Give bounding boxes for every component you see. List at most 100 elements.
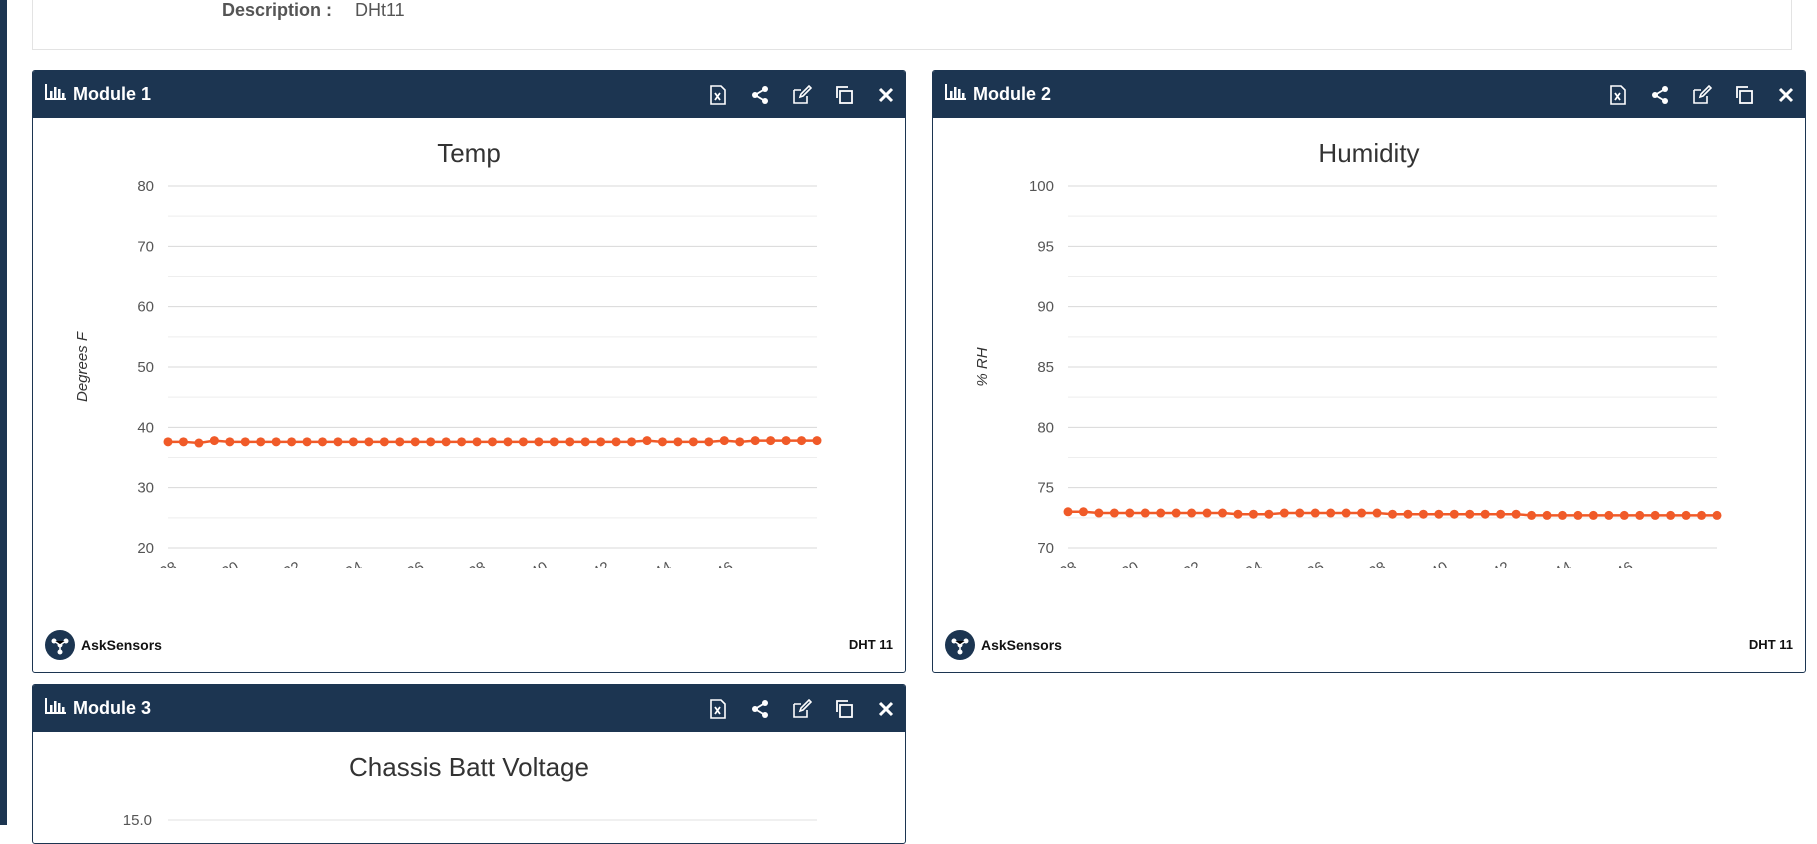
data-point[interactable]: [549, 437, 559, 447]
duplicate-icon[interactable]: [1733, 84, 1755, 106]
data-point[interactable]: [287, 437, 297, 447]
excel-export-icon[interactable]: [707, 84, 729, 106]
data-point[interactable]: [1681, 510, 1691, 520]
data-point[interactable]: [163, 437, 173, 447]
data-point[interactable]: [1542, 510, 1552, 520]
data-point[interactable]: [1465, 509, 1475, 519]
data-point[interactable]: [1697, 510, 1707, 520]
data-point[interactable]: [1264, 509, 1274, 519]
data-point[interactable]: [1588, 510, 1598, 520]
data-point[interactable]: [426, 437, 436, 447]
data-point[interactable]: [1094, 508, 1104, 518]
data-point[interactable]: [488, 437, 497, 447]
data-point[interactable]: [750, 436, 760, 446]
data-point[interactable]: [1109, 508, 1119, 518]
data-point[interactable]: [1434, 509, 1444, 519]
edit-icon[interactable]: [791, 84, 813, 106]
data-point[interactable]: [1511, 509, 1521, 519]
data-point[interactable]: [472, 437, 482, 447]
duplicate-icon[interactable]: [833, 698, 855, 720]
duplicate-icon[interactable]: [833, 84, 855, 106]
data-point[interactable]: [1233, 509, 1243, 519]
share-icon[interactable]: [749, 698, 771, 720]
data-point[interactable]: [1310, 508, 1320, 518]
data-point[interactable]: [781, 436, 791, 446]
data-point[interactable]: [379, 437, 389, 447]
edit-icon[interactable]: [1691, 84, 1713, 106]
data-point[interactable]: [812, 436, 822, 446]
data-point[interactable]: [1063, 507, 1073, 517]
data-point[interactable]: [1449, 509, 1459, 519]
close-icon[interactable]: [875, 84, 897, 106]
data-point[interactable]: [596, 437, 606, 447]
data-point[interactable]: [1650, 510, 1660, 520]
data-point[interactable]: [1078, 507, 1088, 517]
data-point[interactable]: [704, 437, 714, 447]
data-point[interactable]: [441, 437, 451, 447]
data-point[interactable]: [1156, 508, 1166, 518]
data-point[interactable]: [1619, 510, 1629, 520]
data-point[interactable]: [1573, 510, 1583, 520]
data-point[interactable]: [766, 436, 776, 446]
data-point[interactable]: [735, 437, 745, 447]
data-point[interactable]: [194, 438, 204, 448]
data-point[interactable]: [627, 437, 637, 447]
data-point[interactable]: [1403, 509, 1413, 519]
excel-export-icon[interactable]: [1607, 84, 1629, 106]
data-point[interactable]: [611, 437, 621, 447]
data-point[interactable]: [1418, 509, 1428, 519]
data-point[interactable]: [1187, 508, 1197, 518]
data-point[interactable]: [178, 437, 188, 447]
data-point[interactable]: [1341, 508, 1351, 518]
data-point[interactable]: [1480, 509, 1490, 519]
close-icon[interactable]: [1775, 84, 1797, 106]
data-point[interactable]: [457, 437, 467, 447]
close-icon[interactable]: [875, 698, 897, 720]
data-point[interactable]: [657, 437, 667, 447]
data-point[interactable]: [719, 436, 729, 446]
data-point[interactable]: [642, 436, 652, 446]
data-point[interactable]: [333, 437, 343, 447]
data-point[interactable]: [302, 437, 312, 447]
data-point[interactable]: [1527, 510, 1537, 520]
share-icon[interactable]: [1649, 84, 1671, 106]
data-point[interactable]: [580, 437, 590, 447]
data-point[interactable]: [1557, 510, 1567, 520]
data-point[interactable]: [518, 437, 528, 447]
data-point[interactable]: [1712, 510, 1722, 520]
data-point[interactable]: [240, 437, 250, 447]
data-point[interactable]: [1218, 508, 1228, 518]
data-point[interactable]: [1635, 510, 1645, 520]
data-point[interactable]: [209, 436, 219, 446]
data-point[interactable]: [256, 437, 266, 447]
data-point[interactable]: [364, 437, 374, 447]
data-point[interactable]: [1248, 509, 1258, 519]
data-point[interactable]: [1388, 509, 1397, 519]
data-point[interactable]: [1666, 510, 1676, 520]
data-point[interactable]: [348, 437, 358, 447]
data-point[interactable]: [534, 437, 544, 447]
data-point[interactable]: [673, 437, 683, 447]
data-point[interactable]: [1171, 508, 1181, 518]
data-point[interactable]: [688, 437, 698, 447]
data-point[interactable]: [1604, 510, 1614, 520]
data-point[interactable]: [395, 437, 405, 447]
data-point[interactable]: [1372, 508, 1382, 518]
excel-export-icon[interactable]: [707, 698, 729, 720]
data-point[interactable]: [503, 437, 513, 447]
data-point[interactable]: [318, 437, 328, 447]
data-point[interactable]: [1357, 508, 1367, 518]
data-point[interactable]: [271, 437, 281, 447]
data-point[interactable]: [565, 437, 575, 447]
data-point[interactable]: [1295, 508, 1305, 518]
data-point[interactable]: [1496, 509, 1506, 519]
data-point[interactable]: [410, 437, 420, 447]
edit-icon[interactable]: [791, 698, 813, 720]
share-icon[interactable]: [749, 84, 771, 106]
data-point[interactable]: [225, 437, 235, 447]
data-point[interactable]: [1279, 508, 1289, 518]
data-point[interactable]: [1202, 508, 1212, 518]
data-point[interactable]: [1140, 508, 1150, 518]
data-point[interactable]: [1125, 508, 1135, 518]
data-point[interactable]: [1326, 508, 1336, 518]
